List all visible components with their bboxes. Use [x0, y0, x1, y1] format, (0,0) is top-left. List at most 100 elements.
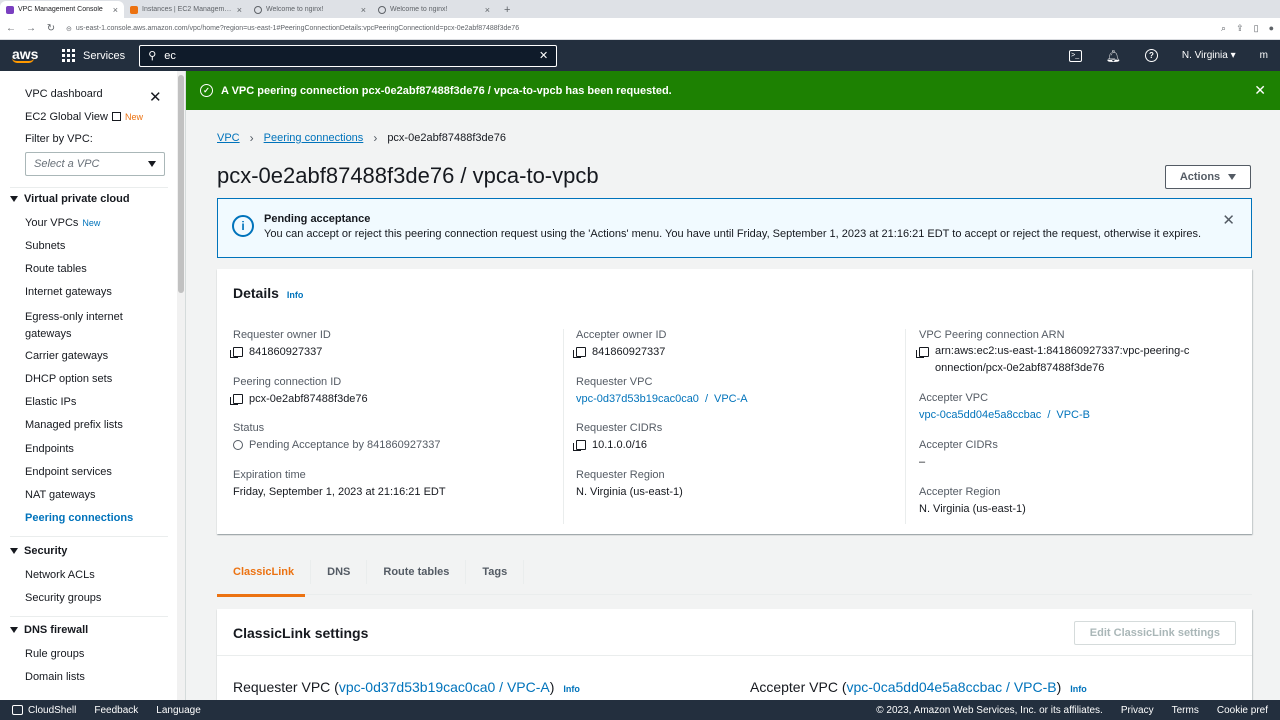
- accepter-vpc-link[interactable]: vpc-0ca5dd04e5a8ccbac: [919, 409, 1041, 421]
- sidebar-item-vpc-dashboard[interactable]: VPC dashboard: [25, 88, 103, 100]
- search-input[interactable]: ⚲ ec ✕: [139, 44, 558, 67]
- services-button[interactable]: Services: [62, 49, 125, 62]
- sidebar-section-security[interactable]: Security: [10, 545, 67, 557]
- profile-icon[interactable]: ●: [1269, 23, 1274, 34]
- sidebar-item-elastic-ips[interactable]: Elastic IPs: [25, 396, 76, 408]
- aws-logo[interactable]: aws: [0, 47, 44, 63]
- tab-title: Instances | EC2 Management Co: [142, 6, 233, 13]
- new-tab-button[interactable]: +: [496, 1, 518, 18]
- terms-link[interactable]: Terms: [1172, 705, 1199, 716]
- requester-vpc-link[interactable]: vpc-0d37d53b19cac0ca0: [576, 393, 699, 405]
- privacy-link[interactable]: Privacy: [1121, 705, 1154, 716]
- cloudshell-icon[interactable]: >_: [1068, 49, 1082, 62]
- accepter-vpc-link[interactable]: vpc-0ca5dd04e5a8ccbac / VPC-B: [846, 679, 1056, 695]
- copy-icon[interactable]: [573, 347, 586, 358]
- sidebar-item-managed-prefix-lists[interactable]: Managed prefix lists: [25, 419, 123, 431]
- tab-tags[interactable]: Tags: [466, 559, 525, 584]
- field-value: 841860927337: [592, 346, 666, 358]
- browser-tab[interactable]: Instances | EC2 Management Co ×: [124, 1, 248, 18]
- zoom-icon[interactable]: ⌕: [1221, 23, 1226, 34]
- sidebar-item-rule-groups[interactable]: Rule groups: [25, 648, 84, 660]
- sidebar-item-route-tables[interactable]: Route tables: [25, 263, 87, 275]
- cookie-preferences-link[interactable]: Cookie pref: [1217, 705, 1268, 716]
- sidebar-item-domain-lists[interactable]: Domain lists: [25, 671, 85, 683]
- tab-dns[interactable]: DNS: [311, 559, 368, 584]
- sidebar-item-label: EC2 Global View: [25, 111, 108, 123]
- classiclink-heading: ClassicLink settings: [233, 625, 369, 641]
- copy-icon[interactable]: [230, 347, 243, 358]
- info-link[interactable]: Info: [287, 290, 304, 300]
- requester-vpc-link[interactable]: vpc-0d37d53b19cac0ca0 / VPC-A: [339, 679, 550, 695]
- reload-icon[interactable]: ↻: [46, 23, 56, 34]
- requester-vpc-field: Requester VPC vpc-0d37d53b19cac0ca0/VPC-…: [576, 376, 748, 405]
- close-icon[interactable]: ×: [361, 5, 366, 15]
- breadcrumb-current: pcx-0e2abf87488f3de76: [387, 132, 506, 144]
- sidebar-item-nat-gateways[interactable]: NAT gateways: [25, 489, 96, 501]
- sidebar-section-dns-firewall[interactable]: DNS firewall: [10, 624, 88, 636]
- clear-search-icon[interactable]: ✕: [539, 49, 548, 62]
- sidebar-item-internet-gateways[interactable]: Internet gateways: [25, 286, 112, 298]
- sidebar-item-peering-connections[interactable]: Peering connections: [25, 512, 133, 524]
- tab-route-tables[interactable]: Route tables: [367, 559, 467, 584]
- sidebar-toggle-icon[interactable]: ▯: [1254, 23, 1259, 34]
- copy-icon[interactable]: [573, 440, 586, 451]
- sidebar-section-virtual-private-cloud[interactable]: Virtual private cloud: [10, 193, 130, 205]
- browser-tab[interactable]: Welcome to nginx! ×: [372, 1, 496, 18]
- bell-icon[interactable]: 🔔︎: [1106, 49, 1121, 63]
- url-text: us-east-1.console.aws.amazon.com/vpc/hom…: [75, 25, 520, 32]
- heading-prefix: Requester VPC (: [233, 679, 339, 695]
- close-icon[interactable]: ×: [113, 5, 118, 15]
- language-link[interactable]: Language: [156, 705, 201, 716]
- edit-classiclink-button[interactable]: Edit ClassicLink settings: [1073, 621, 1236, 645]
- sidebar-item-egress-only-internet-gateways[interactable]: Egress-only internet gateways: [25, 309, 135, 343]
- field-label: Requester Region: [576, 469, 665, 481]
- main-content: ✓ A VPC peering connection pcx-0e2abf874…: [186, 71, 1280, 700]
- section-title: DNS firewall: [24, 624, 89, 636]
- sidebar-scrollbar[interactable]: [177, 71, 185, 700]
- alert-title: Pending acceptance: [264, 213, 371, 225]
- sidebar-item-network-acls[interactable]: Network ACLs: [25, 569, 95, 581]
- chevron-right-icon: ›: [249, 131, 254, 145]
- account-menu[interactable]: m: [1260, 50, 1268, 61]
- sidebar-item-carrier-gateways[interactable]: Carrier gateways: [25, 350, 108, 362]
- sidebar-item-endpoint-services[interactable]: Endpoint services: [25, 466, 112, 478]
- browser-tab[interactable]: VPC Management Console ×: [0, 1, 124, 18]
- close-icon[interactable]: ×: [485, 5, 490, 15]
- breadcrumb-peering-connections[interactable]: Peering connections: [264, 132, 364, 144]
- sidebar-item-security-groups[interactable]: Security groups: [25, 592, 101, 604]
- close-icon[interactable]: ✕: [149, 88, 162, 106]
- scrollbar-thumb[interactable]: [178, 75, 184, 293]
- close-icon[interactable]: ✕: [1254, 82, 1266, 99]
- share-icon[interactable]: ⇪: [1236, 23, 1244, 34]
- help-icon[interactable]: ?: [1144, 49, 1158, 62]
- region-selector[interactable]: N. Virginia ▾: [1182, 50, 1236, 61]
- tab-title: VPC Management Console: [18, 6, 103, 13]
- field-label: Accepter VPC: [919, 392, 989, 404]
- breadcrumb-vpc[interactable]: VPC: [217, 132, 240, 144]
- sidebar-item-dhcp-option-sets[interactable]: DHCP option sets: [25, 373, 112, 385]
- forward-icon[interactable]: →: [26, 23, 36, 34]
- sidebar-item-your-vpcs[interactable]: Your VPCs New: [25, 217, 100, 229]
- vpc-filter-select[interactable]: Select a VPC: [25, 152, 165, 176]
- requester-vpc-name-link[interactable]: VPC-A: [714, 393, 748, 405]
- accepter-vpc-name-link[interactable]: VPC-B: [1056, 409, 1090, 421]
- sidebar-item-ec2-global-view[interactable]: EC2 Global View New: [25, 111, 143, 123]
- alert-message: You can accept or reject this peering co…: [264, 228, 1202, 240]
- browser-tab[interactable]: Welcome to nginx! ×: [248, 1, 372, 18]
- copy-icon[interactable]: [916, 347, 929, 358]
- copy-icon[interactable]: [230, 394, 243, 405]
- feedback-link[interactable]: Feedback: [94, 705, 138, 716]
- back-icon[interactable]: ←: [6, 23, 16, 34]
- accepter-region-field: Accepter Region N. Virginia (us-east-1): [919, 486, 1026, 515]
- info-link[interactable]: Info: [1070, 684, 1087, 694]
- sidebar-item-subnets[interactable]: Subnets: [25, 240, 65, 252]
- sidebar-item-endpoints[interactable]: Endpoints: [25, 443, 74, 455]
- cloudshell-button[interactable]: CloudShell: [12, 705, 76, 716]
- address-bar[interactable]: ⊝ us-east-1.console.aws.amazon.com/vpc/h…: [66, 25, 1211, 33]
- search-icon: ⚲: [148, 50, 157, 62]
- actions-button[interactable]: Actions: [1165, 165, 1251, 189]
- info-link[interactable]: Info: [563, 684, 580, 694]
- close-icon[interactable]: ✕: [1222, 211, 1235, 229]
- tab-classiclink[interactable]: ClassicLink: [217, 559, 312, 584]
- close-icon[interactable]: ×: [237, 5, 242, 15]
